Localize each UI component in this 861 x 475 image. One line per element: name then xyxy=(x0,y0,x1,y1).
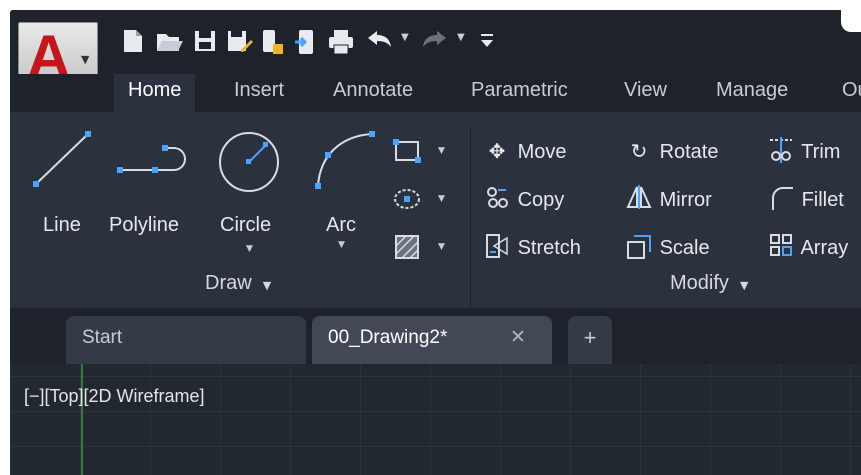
arc-button[interactable]: Arc ▼ xyxy=(310,126,380,250)
polyline-button[interactable]: Polyline xyxy=(102,126,192,246)
new-tab-button[interactable]: + xyxy=(568,316,612,364)
copy-button[interactable]: Copy xyxy=(482,184,564,216)
tab-annotate[interactable]: Annotate xyxy=(333,74,413,112)
polyline-label: Polyline xyxy=(109,214,180,236)
hatch-button[interactable]: ▼ xyxy=(392,232,452,266)
circle-label: Circle xyxy=(220,214,272,236)
tab-start[interactable]: Start xyxy=(66,316,306,364)
tab-drawing-label: 00_Drawing2* xyxy=(328,327,448,348)
chevron-down-icon[interactable]: ▼ xyxy=(338,240,345,250)
line-icon xyxy=(33,131,91,187)
customize-icon[interactable] xyxy=(472,28,502,56)
array-label: Array xyxy=(800,237,849,259)
fillet-label: Fillet xyxy=(801,189,844,211)
move-icon: ✥ xyxy=(488,141,506,163)
tab-parametric[interactable]: Parametric xyxy=(471,74,568,112)
plot-icon[interactable] xyxy=(326,28,356,56)
save-icon[interactable] xyxy=(190,28,220,56)
trim-icon xyxy=(766,136,796,174)
array-button[interactable]: Array xyxy=(766,232,848,264)
chevron-down-icon[interactable]: ▼ xyxy=(438,146,445,156)
move-label: Move xyxy=(517,141,567,163)
chevron-down-icon: ▼ xyxy=(262,279,272,292)
chevron-down-icon[interactable]: ▼ xyxy=(438,194,445,204)
tab-insert[interactable]: Insert xyxy=(234,74,284,112)
ellipse-button[interactable]: ▼ xyxy=(392,184,452,218)
ellipse-icon xyxy=(394,189,420,209)
new-icon[interactable] xyxy=(118,28,148,56)
modify-panel-title[interactable]: Modify ▼ xyxy=(670,272,748,295)
trim-button[interactable]: Trim xyxy=(766,136,840,168)
rotate-button[interactable]: ↻ Rotate xyxy=(624,136,719,168)
y-axis-line xyxy=(81,364,83,475)
fillet-button[interactable]: Fillet xyxy=(766,184,844,216)
tab-home[interactable]: Home xyxy=(114,74,196,112)
open-from-web-icon[interactable] xyxy=(258,28,288,56)
stretch-label: Stretch xyxy=(517,237,581,259)
rectangle-icon xyxy=(393,139,421,163)
draw-panel-title[interactable]: Draw ▼ xyxy=(205,272,271,295)
hatch-icon xyxy=(395,235,419,259)
chevron-down-icon: ▼ xyxy=(740,279,749,292)
quick-access-toolbar: ▼ ▼ xyxy=(10,10,861,74)
array-icon xyxy=(766,232,796,268)
rectangle-button[interactable]: ▼ xyxy=(392,136,452,170)
tab-view[interactable]: View xyxy=(624,74,667,112)
arc-label: Arc xyxy=(326,214,356,236)
line-button[interactable]: Line xyxy=(30,126,91,246)
mirror-button[interactable]: Mirror xyxy=(624,184,712,216)
move-button[interactable]: ✥ Move xyxy=(482,136,567,168)
chevron-down-icon[interactable]: ▼ xyxy=(438,242,445,252)
scale-icon xyxy=(624,232,654,270)
close-icon[interactable]: ✕ xyxy=(510,316,526,360)
rotate-label: Rotate xyxy=(659,141,719,163)
open-icon[interactable] xyxy=(154,28,184,56)
ribbon-tab-bar: Home Insert Annotate Parametric View Man… xyxy=(10,74,861,112)
scale-button[interactable]: Scale xyxy=(624,232,710,264)
rotate-icon: ↻ xyxy=(630,141,648,163)
tab-start-label: Start xyxy=(82,327,123,348)
viewport-controls-label[interactable]: [−][Top][2D Wireframe] xyxy=(24,386,205,407)
file-tab-bar: Start 00_Drawing2* ✕ + xyxy=(10,308,861,364)
line-label: Line xyxy=(43,214,81,236)
copy-label: Copy xyxy=(517,189,565,211)
scale-label: Scale xyxy=(659,237,710,259)
copy-icon xyxy=(482,184,512,220)
undo-dropdown-icon[interactable]: ▼ xyxy=(401,32,409,43)
tab-drawing[interactable]: 00_Drawing2* ✕ xyxy=(312,316,552,364)
stretch-icon xyxy=(482,232,512,270)
tab-output[interactable]: Ou xyxy=(842,74,861,112)
chevron-down-icon: ▼ xyxy=(81,53,90,66)
ribbon-panel-area: Line Polyline Circle ▼ Arc ▼ ▼ ▼ ▼ Draw … xyxy=(10,112,861,310)
polyline-icon xyxy=(117,145,186,173)
redo-dropdown-icon[interactable]: ▼ xyxy=(457,32,465,43)
fillet-icon xyxy=(766,184,796,222)
panel-divider xyxy=(470,126,471,310)
trim-label: Trim xyxy=(801,141,841,163)
circle-button[interactable]: Circle ▼ xyxy=(210,126,290,254)
tab-manage[interactable]: Manage xyxy=(716,74,788,112)
redo-icon[interactable] xyxy=(420,28,450,56)
draw-panel-title-label: Draw xyxy=(205,272,252,294)
stretch-button[interactable]: Stretch xyxy=(482,232,581,264)
modify-panel-title-label: Modify xyxy=(670,272,729,294)
plus-icon: + xyxy=(583,325,597,350)
drawing-viewport[interactable]: [−][Top][2D Wireframe] xyxy=(10,364,861,475)
chevron-down-icon[interactable]: ▼ xyxy=(246,244,253,254)
save-as-icon[interactable] xyxy=(224,28,254,56)
mirror-icon xyxy=(624,184,654,220)
undo-icon[interactable] xyxy=(364,28,394,56)
circle-icon xyxy=(219,132,279,192)
mirror-label: Mirror xyxy=(659,189,712,211)
window-corner xyxy=(841,10,861,32)
autocad-window: ▼ ▼ A ▼ Home Insert Annotate Parametric … xyxy=(10,10,861,475)
arc-icon xyxy=(315,131,375,189)
save-to-web-icon[interactable] xyxy=(292,28,322,56)
